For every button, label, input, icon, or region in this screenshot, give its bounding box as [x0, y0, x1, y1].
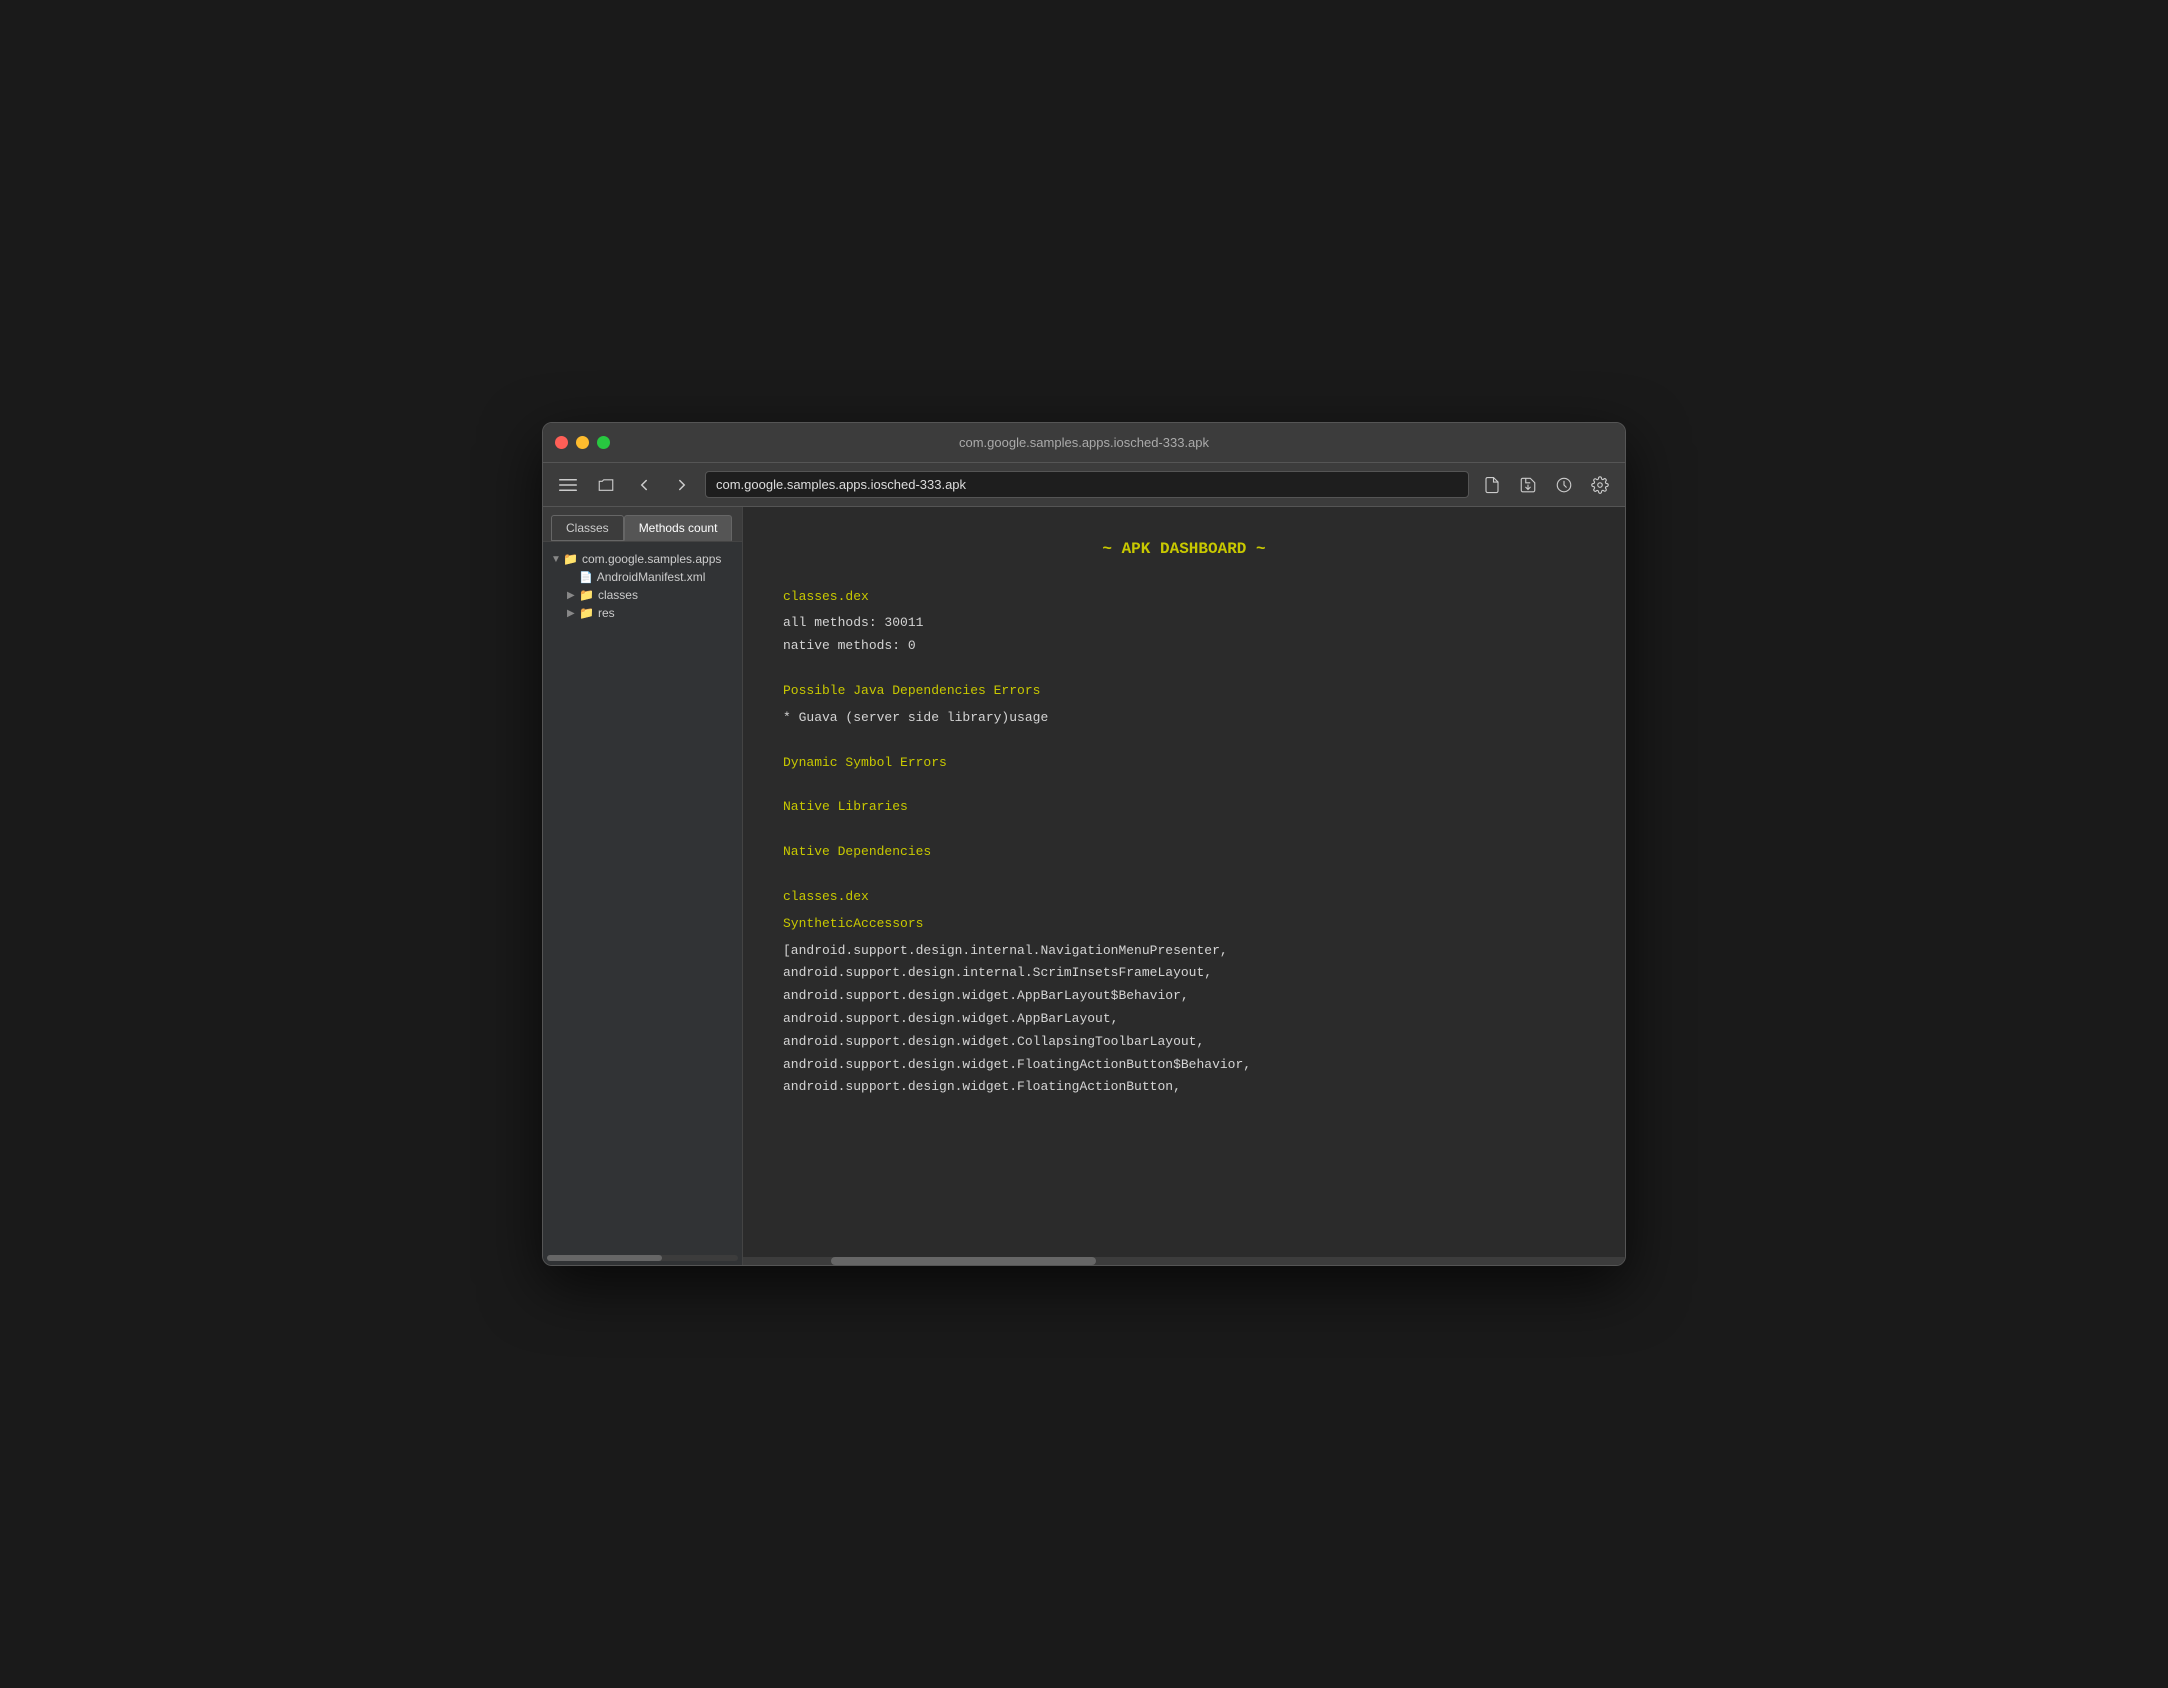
synthetic-line-3: android.support.design.widget.AppBarLayo… [783, 1009, 1585, 1030]
menu-button[interactable] [553, 470, 583, 500]
tree-item-res[interactable]: ▶ 📁 res [543, 604, 742, 622]
tree-item-manifest[interactable]: 📄 AndroidManifest.xml [543, 568, 742, 586]
synthetic-line-4: android.support.design.widget.Collapsing… [783, 1032, 1585, 1053]
tree-label-res: res [598, 606, 615, 620]
section-classes-dex-1: classes.dex all methods: 30011 native me… [783, 587, 1585, 657]
window-title: com.google.samples.apps.iosched-333.apk [959, 435, 1209, 450]
tab-methods-count[interactable]: Methods count [624, 515, 733, 541]
export-button[interactable] [1513, 470, 1543, 500]
bottom-scrollbar-thumb [831, 1257, 1096, 1265]
all-methods-line: all methods: 30011 [783, 613, 1585, 634]
synthetic-line-1: android.support.design.internal.ScrimIns… [783, 963, 1585, 984]
main-content: ~ APK DASHBOARD ~ classes.dex all method… [743, 507, 1625, 1265]
folder-icon-classes: 📁 [579, 588, 594, 602]
back-arrow-icon [635, 476, 653, 494]
folder-button[interactable] [591, 470, 621, 500]
history-icon [1555, 476, 1573, 494]
forward-button[interactable] [667, 470, 697, 500]
folder-icon-res: 📁 [579, 606, 594, 620]
section-java-deps: Possible Java Dependencies Errors * Guav… [783, 681, 1585, 729]
section-native-libs: Native Libraries [783, 797, 1585, 818]
section-content-synthetic: [android.support.design.internal.Navigat… [783, 941, 1585, 1099]
tree-item-classes[interactable]: ▶ 📁 classes [543, 586, 742, 604]
app-window: com.google.samples.apps.iosched-333.apk [542, 422, 1626, 1266]
bottom-scrollbar[interactable] [743, 1257, 1625, 1265]
main-scroll-area[interactable]: ~ APK DASHBOARD ~ classes.dex all method… [743, 507, 1625, 1257]
toolbar [543, 463, 1625, 507]
synthetic-line-5: android.support.design.widget.FloatingAc… [783, 1055, 1585, 1076]
section-content-java-deps: * Guava (server side library)usage [783, 708, 1585, 729]
forward-arrow-icon [673, 476, 691, 494]
synthetic-line-0: [android.support.design.internal.Navigat… [783, 941, 1585, 962]
export-icon [1519, 476, 1537, 494]
sidebar: Classes Methods count ▼ 📁 com.google.sam… [543, 507, 743, 1265]
titlebar: com.google.samples.apps.iosched-333.apk [543, 423, 1625, 463]
synthetic-line-6: android.support.design.widget.FloatingAc… [783, 1077, 1585, 1098]
sidebar-horizontal-scrollbar[interactable] [547, 1255, 738, 1261]
new-file-button[interactable] [1477, 470, 1507, 500]
menu-icon [559, 476, 577, 494]
native-methods-line: native methods: 0 [783, 636, 1585, 657]
synthetic-line-2: android.support.design.widget.AppBarLayo… [783, 986, 1585, 1007]
tab-classes[interactable]: Classes [551, 515, 624, 541]
tree-label-manifest: AndroidManifest.xml [597, 570, 706, 584]
section-header-dynamic-symbol: Dynamic Symbol Errors [783, 753, 1585, 774]
section-header-classes-dex-2: classes.dex [783, 887, 1585, 908]
tree-label-package: com.google.samples.apps [582, 552, 721, 566]
new-file-icon [1483, 476, 1501, 494]
dashboard-title: ~ APK DASHBOARD ~ [783, 537, 1585, 563]
traffic-lights [555, 436, 610, 449]
folder-icon [597, 476, 615, 494]
section-synthetic-accessors: classes.dex SyntheticAccessors [android.… [783, 887, 1585, 1098]
expand-arrow: ▼ [551, 554, 563, 565]
section-header-java-deps: Possible Java Dependencies Errors [783, 681, 1585, 702]
sidebar-tree[interactable]: ▼ 📁 com.google.samples.apps 📄 AndroidMan… [543, 542, 742, 1251]
toolbar-right-actions [1477, 470, 1615, 500]
tree-label-classes: classes [598, 588, 638, 602]
back-button[interactable] [629, 470, 659, 500]
close-button[interactable] [555, 436, 568, 449]
sidebar-tabs: Classes Methods count [543, 507, 742, 542]
file-icon-manifest: 📄 [579, 571, 593, 584]
section-subheader-synthetic: SyntheticAccessors [783, 914, 1585, 935]
folder-icon-package: 📁 [563, 552, 578, 566]
maximize-button[interactable] [597, 436, 610, 449]
tree-item-package[interactable]: ▼ 📁 com.google.samples.apps [543, 550, 742, 568]
guava-error-line: * Guava (server side library)usage [783, 708, 1585, 729]
expand-arrow-classes: ▶ [567, 590, 579, 601]
no-arrow [567, 572, 579, 583]
history-button[interactable] [1549, 470, 1579, 500]
section-header-classes-dex-1: classes.dex [783, 587, 1585, 608]
section-header-native-deps: Native Dependencies [783, 842, 1585, 863]
settings-button[interactable] [1585, 470, 1615, 500]
section-header-native-libs: Native Libraries [783, 797, 1585, 818]
section-native-deps: Native Dependencies [783, 842, 1585, 863]
section-content-classes-dex-1: all methods: 30011 native methods: 0 [783, 613, 1585, 657]
content-area: Classes Methods count ▼ 📁 com.google.sam… [543, 507, 1625, 1265]
sidebar-scrollbar-thumb [547, 1255, 662, 1261]
address-input[interactable] [705, 471, 1469, 498]
section-dynamic-symbol: Dynamic Symbol Errors [783, 753, 1585, 774]
minimize-button[interactable] [576, 436, 589, 449]
expand-arrow-res: ▶ [567, 608, 579, 619]
settings-icon [1591, 476, 1609, 494]
